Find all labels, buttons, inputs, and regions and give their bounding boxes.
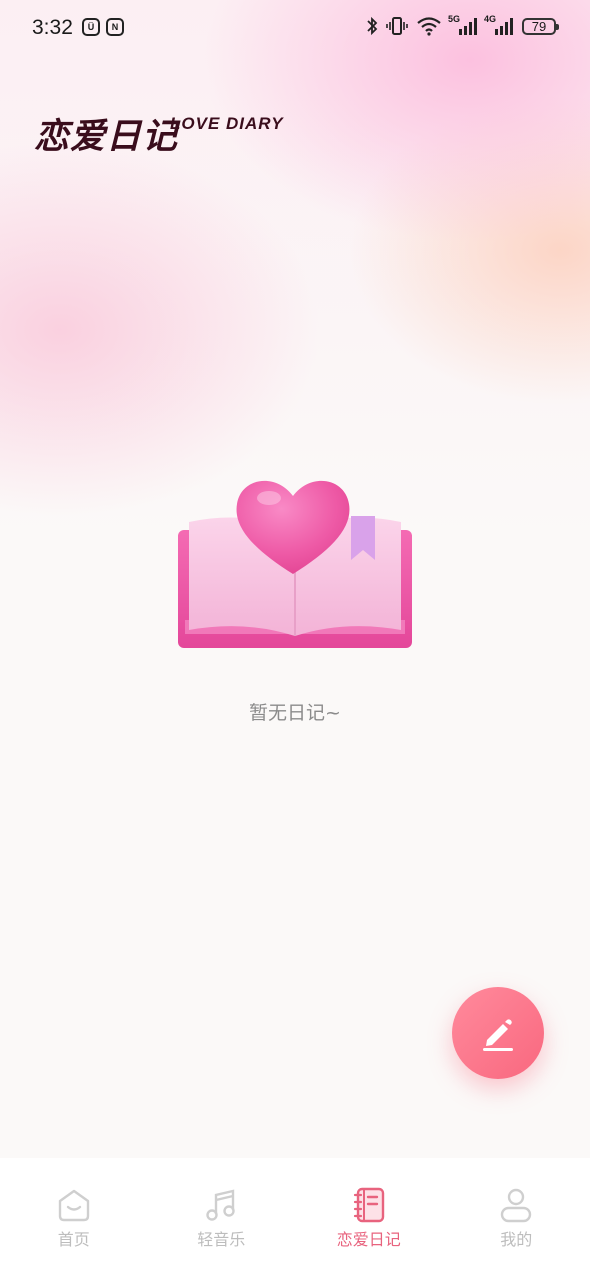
empty-state-message: 暂无日记~	[249, 702, 341, 724]
status-notification-icons: Ü N	[82, 18, 124, 36]
nfc-icon: N	[106, 18, 124, 36]
tab-music[interactable]: 轻音乐	[148, 1158, 296, 1278]
signal-5g-label: 5G	[448, 14, 461, 24]
diary-notebook-icon	[353, 1187, 384, 1223]
bottom-tab-bar: 首页 轻音乐 恋爱日记 我的	[0, 1158, 590, 1278]
status-time: 3:32	[32, 16, 73, 39]
signal-4g-label: 4G	[484, 14, 497, 24]
app-notification-icon: Ü	[82, 18, 100, 36]
status-system-icons: 5G 4G 79	[366, 14, 559, 36]
page-title: 恋爱日记	[34, 117, 179, 157]
tab-home-label: 首页	[57, 1230, 90, 1249]
status-bar: 3:32 Ü N 5G 4G 79	[0, 0, 590, 58]
signal-4g-icon: 4G	[484, 14, 514, 35]
signal-5g-icon: 5G	[448, 14, 478, 35]
music-note-icon	[206, 1189, 235, 1221]
book-heart-illustration	[178, 480, 412, 648]
vibrate-icon	[386, 17, 408, 35]
tab-mine-label: 我的	[500, 1230, 533, 1249]
wifi-icon	[417, 17, 441, 36]
pencil-icon	[483, 1019, 513, 1051]
user-profile-icon	[501, 1188, 532, 1223]
battery-indicator: 79	[522, 17, 559, 35]
bluetooth-icon	[367, 16, 378, 36]
tab-home[interactable]: 首页	[0, 1158, 148, 1278]
tab-music-label: 轻音乐	[197, 1230, 246, 1249]
tab-mine[interactable]: 我的	[443, 1158, 590, 1278]
tab-love-diary[interactable]: 恋爱日记	[295, 1158, 443, 1278]
write-diary-button[interactable]	[452, 987, 544, 1079]
page-subtitle: LOVE DIARY	[170, 114, 284, 133]
home-icon	[58, 1189, 89, 1222]
tab-love-diary-label: 恋爱日记	[336, 1230, 401, 1249]
